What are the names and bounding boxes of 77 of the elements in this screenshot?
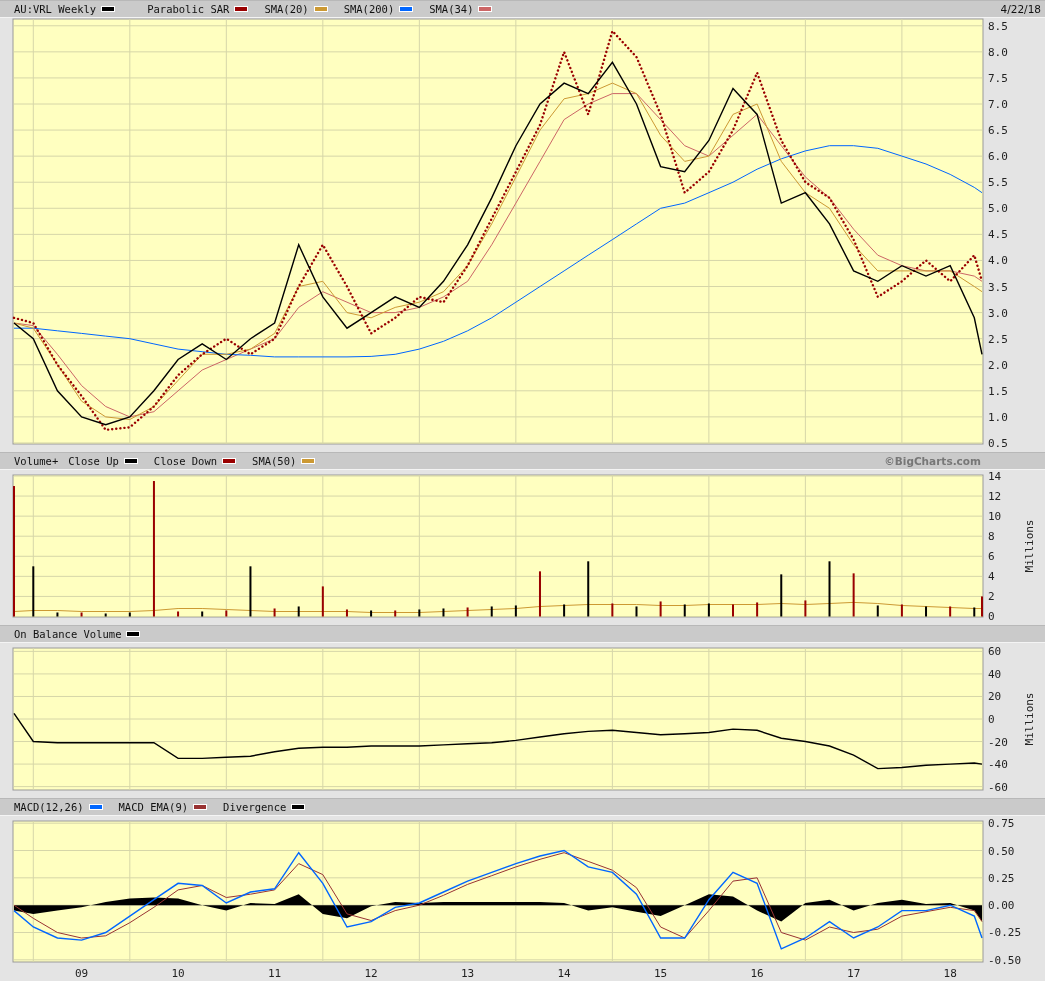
axis-label: 3.5	[988, 280, 1008, 294]
axis-label: 14	[557, 967, 571, 980]
axis-label: 0.5	[988, 436, 1008, 450]
axis-label: 7.5	[988, 71, 1008, 85]
legend-swatch	[478, 6, 493, 12]
axis-label: 0.50	[988, 844, 1015, 858]
axis-label: 6.5	[988, 124, 1008, 138]
legend-label: SMA(34)	[429, 3, 474, 15]
legend-swatch	[234, 6, 249, 12]
axis-label: -0.25	[988, 926, 1022, 940]
axis-label: 6.0	[988, 150, 1008, 164]
axis-label: 5.5	[988, 176, 1008, 190]
axis-label: 16	[750, 967, 764, 980]
axis-label: 0.00	[988, 899, 1015, 913]
axis-label: 0.25	[988, 871, 1015, 885]
legend-swatch	[222, 458, 237, 464]
axis-label: 12	[364, 967, 378, 980]
axis-title: Millions	[1023, 692, 1036, 746]
legend-label: AU:VRL Weekly	[14, 3, 97, 15]
axis-label: -0.50	[988, 953, 1022, 967]
axis-label: 10	[171, 967, 185, 980]
axis-label: 8	[988, 530, 995, 544]
axis-label: 0.75	[988, 817, 1015, 831]
axis-label: 4	[988, 570, 995, 584]
axis-label: -40	[988, 758, 1008, 772]
legend-swatch	[126, 631, 141, 637]
axis-label: 14	[988, 470, 1002, 483]
axis-label: 11	[267, 967, 282, 980]
axis-label: 4.0	[988, 254, 1008, 268]
legend-swatch	[88, 804, 103, 810]
axis-label: 12	[988, 490, 1002, 504]
axis-label: 8.0	[988, 45, 1008, 59]
axis-label: 0	[988, 610, 995, 624]
axis-label: 13	[460, 967, 475, 980]
axis-label: 1.5	[988, 384, 1008, 398]
legend-swatch	[399, 6, 414, 12]
axis-label: 40	[988, 667, 1002, 681]
legend-swatch	[301, 458, 316, 464]
legend-label: Parabolic SAR	[147, 3, 230, 15]
axis-label: -60	[988, 780, 1008, 794]
axis-label: 10	[988, 510, 1002, 524]
axis-label: 2.5	[988, 332, 1008, 346]
credit-text: ©BigCharts.com	[884, 455, 982, 467]
legend-swatch	[101, 6, 116, 12]
axis-label: 6	[988, 550, 995, 564]
axis-label: 18	[943, 967, 957, 980]
legend-label: On Balance Volume	[14, 628, 122, 640]
axis-label: 1.0	[988, 410, 1008, 424]
axis-label: 8.5	[988, 19, 1008, 33]
axis-label: 7.0	[988, 98, 1008, 111]
axis-label: 17	[847, 967, 861, 980]
axis-label: 2	[988, 590, 995, 604]
legend-label: Divergence	[223, 801, 287, 813]
axis-label: 0	[988, 713, 995, 726]
legend-label: MACD(12,26)	[14, 801, 84, 813]
legend-label: SMA(20)	[264, 3, 309, 15]
legend-label: SMA(50)	[252, 455, 297, 467]
axis-title: Millions	[1023, 519, 1036, 573]
legend-swatch	[313, 6, 328, 12]
legend-swatch	[193, 804, 208, 810]
legend-swatch	[291, 804, 306, 810]
axis-label: 60	[988, 645, 1002, 659]
axis-label: 4.5	[988, 228, 1008, 242]
axis-label: -20	[988, 735, 1008, 749]
legend-label: MACD EMA(9)	[118, 801, 189, 813]
legend-label: SMA(200)	[343, 3, 395, 15]
axis-label: 2.0	[988, 358, 1008, 372]
axis-label: 15	[654, 967, 668, 980]
axis-label: 09	[74, 967, 89, 980]
axis-label: 3.0	[988, 306, 1008, 320]
axis-label: 20	[988, 690, 1002, 704]
legend-swatch	[123, 458, 138, 464]
chart-date: 4/22/18	[1000, 3, 1042, 15]
legend-label: Close Down	[153, 455, 218, 467]
legend-label: Close Up	[68, 455, 119, 467]
axis-label: 5.0	[988, 202, 1008, 216]
chart-title: Volume+	[14, 455, 59, 467]
